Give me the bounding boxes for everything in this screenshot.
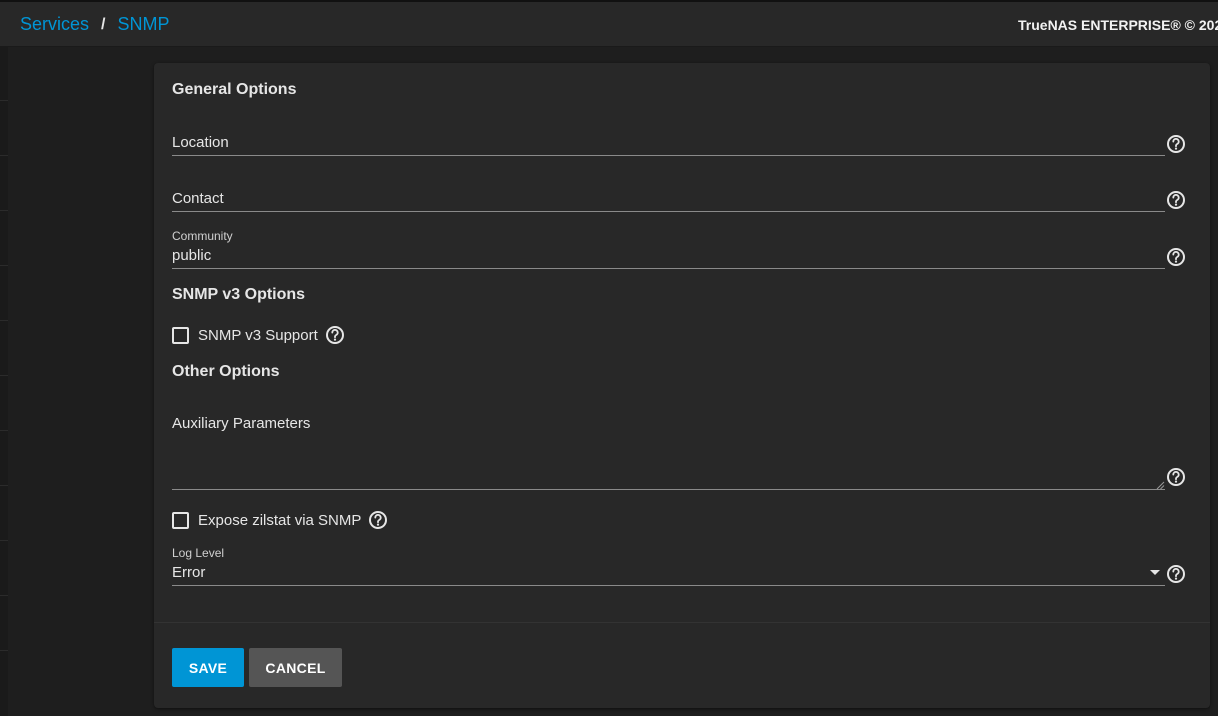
sidebar-divider <box>0 210 8 211</box>
snmpv3-support-checkbox[interactable] <box>172 326 189 344</box>
log-level-label: Log Level <box>172 546 225 560</box>
location-label: Location <box>172 134 229 151</box>
chevron-down-icon[interactable] <box>1150 570 1160 575</box>
log-level-help-icon[interactable] <box>1166 564 1186 584</box>
resize-handle-icon[interactable] <box>1155 477 1165 490</box>
aux-params-help-icon[interactable] <box>1166 467 1186 487</box>
contact-help-icon[interactable] <box>1166 190 1186 210</box>
sidebar-divider <box>0 155 8 156</box>
breadcrumb-separator: / <box>101 15 106 33</box>
sidebar-divider <box>0 430 8 431</box>
save-button[interactable]: SAVE <box>172 648 244 687</box>
sidebar-divider <box>0 265 8 266</box>
sidebar-divider <box>0 375 8 376</box>
snmp-form-card: General Options Location Contact Communi… <box>154 63 1210 708</box>
snmpv3-support-row: SNMP v3 Support <box>172 325 345 345</box>
snmpv3-options-title: SNMP v3 Options <box>172 286 306 303</box>
zilstat-help-icon[interactable] <box>368 510 388 530</box>
breadcrumb-snmp[interactable]: SNMP <box>117 14 169 35</box>
log-level-underline <box>172 585 1165 586</box>
contact-input[interactable] <box>172 211 1165 212</box>
zilstat-checkbox[interactable] <box>172 511 189 529</box>
top-bar: Services / SNMP TrueNAS ENTERPRISE® © 20… <box>0 0 1218 47</box>
general-options-title: General Options <box>172 81 297 98</box>
copyright-text: TrueNAS ENTERPRISE® © 2022 <box>1018 17 1218 33</box>
zilstat-row: Expose zilstat via SNMP <box>172 510 388 530</box>
breadcrumb: Services / SNMP <box>20 14 170 35</box>
community-input[interactable]: public <box>172 247 211 264</box>
log-level-select[interactable]: Error <box>172 564 205 581</box>
aux-params-textarea[interactable] <box>172 489 1165 490</box>
zilstat-label: Expose zilstat via SNMP <box>198 511 362 529</box>
actions-divider <box>154 622 1210 623</box>
cancel-button[interactable]: CANCEL <box>249 648 342 687</box>
snmpv3-support-help-icon[interactable] <box>325 325 345 345</box>
sidebar-divider <box>0 485 8 486</box>
aux-params-label: Auxiliary Parameters <box>172 415 311 432</box>
sidebar-divider <box>0 650 8 651</box>
community-help-icon[interactable] <box>1166 247 1186 267</box>
snmpv3-support-label: SNMP v3 Support <box>198 326 318 344</box>
contact-label: Contact <box>172 190 224 207</box>
location-help-icon[interactable] <box>1166 134 1186 154</box>
sidebar <box>0 47 8 716</box>
other-options-title: Other Options <box>172 363 280 380</box>
community-underline <box>172 268 1165 269</box>
location-input[interactable] <box>172 155 1165 156</box>
breadcrumb-services[interactable]: Services <box>20 14 89 35</box>
sidebar-divider <box>0 595 8 596</box>
sidebar-divider <box>0 540 8 541</box>
sidebar-divider <box>0 320 8 321</box>
community-label: Community <box>172 229 233 243</box>
sidebar-divider <box>0 100 8 101</box>
